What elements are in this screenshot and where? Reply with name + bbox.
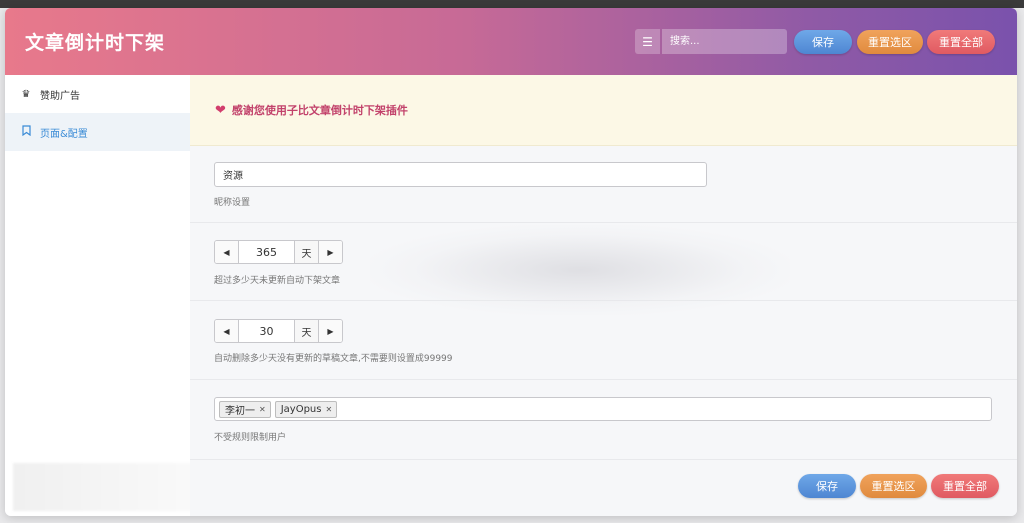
- sidebar-item-label: 页面&配置: [40, 128, 88, 140]
- sidebar-item-label: 赞助广告: [40, 90, 80, 102]
- excluded-users-input[interactable]: 李初一 ✕ JayOpus ✕: [214, 397, 992, 421]
- user-tag: 李初一 ✕: [219, 400, 271, 418]
- delete-draft-days-stepper: ◀ 30 天 ▶: [214, 319, 343, 343]
- settings-window: 文章倒计时下架 ☰ 保存 重置选区 重置全部 ♛ 赞助广告 页面&配置 ❤ 感谢…: [5, 8, 1017, 516]
- footer-reset-section-button[interactable]: 重置选区: [860, 474, 927, 498]
- unpublish-days-stepper: ◀ 365 天 ▶: [214, 240, 343, 264]
- blurred-region: [13, 463, 201, 511]
- user-tag: JayOpus ✕: [274, 400, 338, 418]
- save-button[interactable]: 保存: [794, 30, 852, 54]
- close-icon[interactable]: ✕: [325, 405, 332, 414]
- stepper-value[interactable]: 365: [238, 241, 295, 263]
- increment-button[interactable]: ▶: [319, 320, 342, 342]
- reset-section-button[interactable]: 重置选区: [857, 30, 923, 54]
- main-content: ❤ 感谢您使用子比文章倒计时下架插件 资源 昵称设置 ◀ 365 天 ▶ 超过多…: [190, 75, 1017, 516]
- search-input[interactable]: [662, 29, 787, 54]
- notice-text: 感谢您使用子比文章倒计时下架插件: [231, 104, 408, 117]
- decrement-button[interactable]: ◀: [215, 241, 238, 263]
- increment-button[interactable]: ▶: [319, 241, 342, 263]
- tag-label: JayOpus: [280, 403, 322, 415]
- tag-label: 李初一: [225, 405, 255, 417]
- nickname-input[interactable]: 资源: [214, 162, 707, 187]
- close-icon[interactable]: ✕: [259, 405, 266, 414]
- heart-icon: ❤: [215, 102, 226, 118]
- field-desc: 昵称设置: [214, 198, 251, 208]
- top-strip: [0, 0, 1024, 8]
- notice-banner: ❤ 感谢您使用子比文章倒计时下架插件: [190, 75, 1017, 146]
- footer-reset-all-button[interactable]: 重置全部: [931, 474, 999, 498]
- header-bar: 文章倒计时下架 ☰ 保存 重置选区 重置全部: [5, 8, 1017, 75]
- sidebar: ♛ 赞助广告 页面&配置: [5, 75, 201, 516]
- bookmark-icon: [18, 125, 34, 139]
- sidebar-item-config[interactable]: 页面&配置: [5, 113, 190, 151]
- stepper-unit: 天: [295, 241, 319, 263]
- stepper-unit: 天: [295, 320, 319, 342]
- footer-save-button[interactable]: 保存: [798, 474, 856, 498]
- search-box: ☰: [635, 29, 790, 54]
- field-desc: 自动删除多少天没有更新的草稿文章,不需要则设置成99999: [214, 354, 453, 364]
- field-desc: 不受规则限制用户: [214, 433, 287, 443]
- decrement-button[interactable]: ◀: [215, 320, 238, 342]
- field-row-delete-draft-days: ◀ 30 天 ▶ 自动删除多少天没有更新的草稿文章,不需要则设置成99999: [190, 301, 1017, 380]
- page-title: 文章倒计时下架: [25, 32, 166, 54]
- crown-icon: ♛: [21, 88, 31, 100]
- field-row-excluded-users: 李初一 ✕ JayOpus ✕ 不受规则限制用户: [190, 380, 1017, 460]
- stepper-value[interactable]: 30: [238, 320, 295, 342]
- list-icon[interactable]: ☰: [635, 29, 660, 54]
- reset-all-button[interactable]: 重置全部: [927, 30, 995, 54]
- field-desc: 超过多少天未更新自动下架文章: [214, 276, 341, 286]
- field-row-nickname: 资源 昵称设置: [190, 146, 1017, 223]
- sidebar-item-ads[interactable]: ♛ 赞助广告: [5, 75, 190, 113]
